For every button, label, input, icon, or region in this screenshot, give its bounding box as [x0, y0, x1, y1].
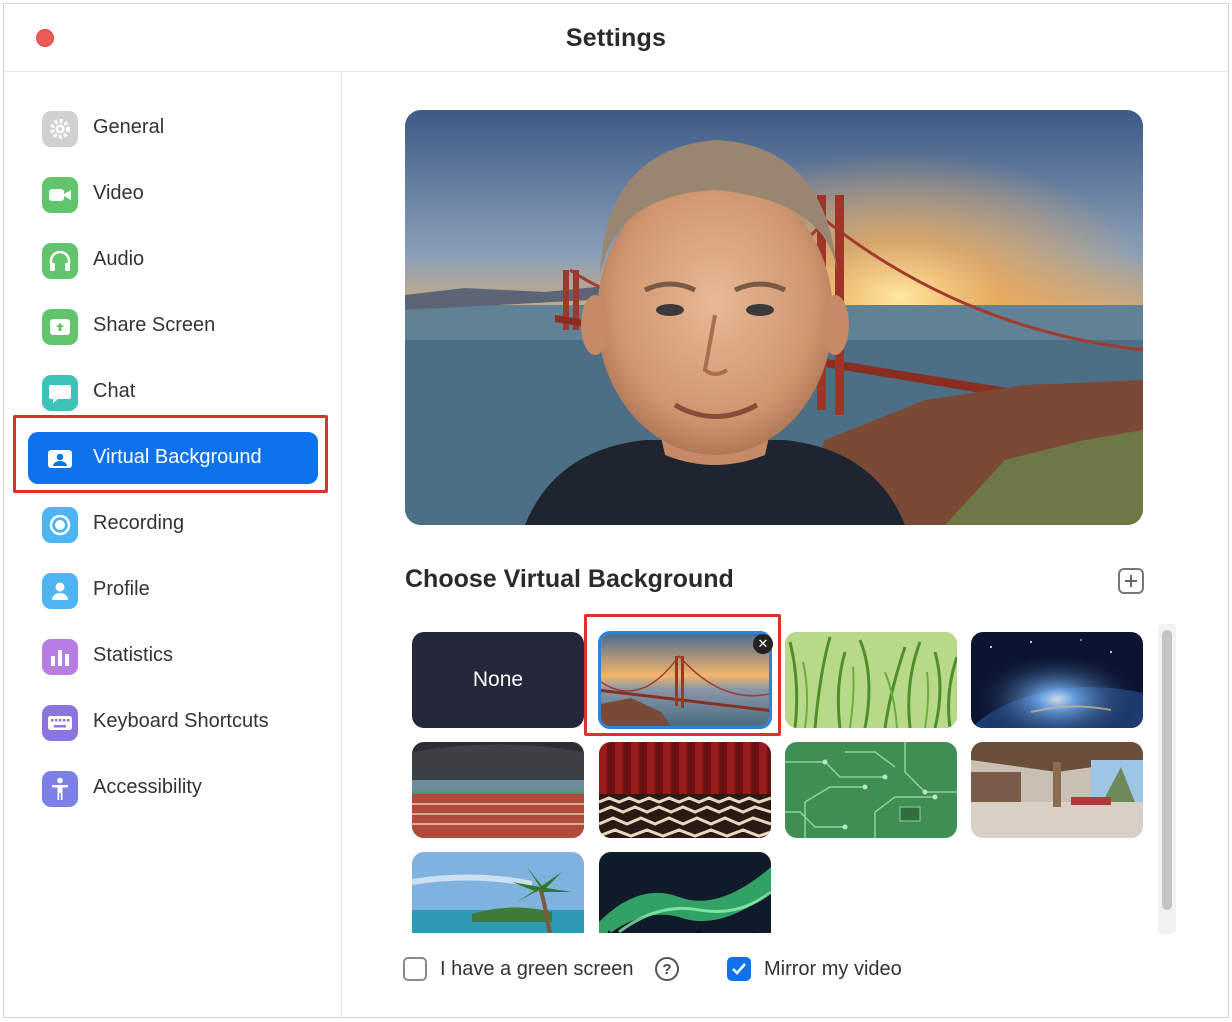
share-screen-icon	[42, 309, 78, 345]
person-icon	[42, 573, 78, 609]
sidebar-item-profile[interactable]: Profile	[28, 564, 318, 616]
window-title: Settings	[565, 24, 667, 52]
accessibility-icon	[42, 771, 78, 807]
add-background-button[interactable]	[1118, 568, 1144, 594]
background-option-running-track[interactable]	[412, 742, 584, 838]
virtual-background-panel: Choose Virtual Background None ✕ I have …	[343, 72, 1230, 1018]
green-screen-label: I have a green screen	[440, 958, 634, 980]
sidebar-item-accessibility[interactable]: Accessibility	[28, 762, 318, 814]
record-icon	[42, 507, 78, 543]
video-preview	[405, 110, 1143, 525]
background-option-none[interactable]: None	[412, 632, 584, 728]
sidebar-item-general[interactable]: General	[28, 102, 318, 154]
green-screen-checkbox[interactable]	[403, 957, 427, 981]
highlight-virtual-background-nav	[13, 415, 328, 493]
background-option-earth[interactable]	[971, 632, 1143, 728]
sidebar-item-label: Audio	[93, 248, 145, 270]
sidebar-item-label: Recording	[93, 512, 185, 534]
background-option-grass[interactable]	[785, 632, 957, 728]
background-options: I have a green screen ? Mirror my video	[403, 954, 1163, 986]
background-option-tropical-beach[interactable]	[412, 852, 584, 933]
gear-icon	[42, 111, 78, 147]
sidebar-item-label: Chat	[93, 380, 136, 402]
background-grid: None ✕	[405, 628, 1175, 933]
sidebar-item-keyboard-shortcuts[interactable]: Keyboard Shortcuts	[28, 696, 318, 748]
scrollbar-thumb[interactable]	[1162, 630, 1172, 910]
background-grid-scrollbar[interactable]	[1158, 624, 1176, 934]
bar-chart-icon	[42, 639, 78, 675]
sidebar-item-label: Share Screen	[93, 314, 216, 336]
video-camera-icon	[42, 177, 78, 213]
sidebar-item-statistics[interactable]: Statistics	[28, 630, 318, 682]
checkmark-icon	[732, 963, 746, 975]
chat-bubble-icon	[42, 375, 78, 411]
background-option-aurora[interactable]	[599, 852, 771, 933]
sidebar-item-chat[interactable]: Chat	[28, 366, 318, 418]
sidebar-item-label: Profile	[93, 578, 150, 600]
plus-icon	[1125, 575, 1137, 587]
settings-window: Settings General Video Audio Share Scree…	[3, 3, 1229, 1018]
sidebar-item-video[interactable]: Video	[28, 168, 318, 220]
sidebar-item-label: Video	[93, 182, 144, 204]
sidebar-item-label: Accessibility	[93, 776, 202, 798]
sidebar-item-audio[interactable]: Audio	[28, 234, 318, 286]
mirror-video-checkbox[interactable]	[727, 957, 751, 981]
mirror-video-label: Mirror my video	[764, 958, 902, 980]
sidebar-item-label: Keyboard Shortcuts	[93, 710, 269, 732]
keyboard-icon	[42, 705, 78, 741]
background-option-circuit-board[interactable]	[785, 742, 957, 838]
highlight-selected-background	[584, 614, 781, 736]
sidebar-item-recording[interactable]: Recording	[28, 498, 318, 550]
background-option-lobby[interactable]	[971, 742, 1143, 838]
sidebar-item-label: General	[93, 116, 165, 138]
section-title: Choose Virtual Background	[405, 565, 734, 593]
help-icon[interactable]: ?	[655, 957, 679, 981]
settings-sidebar: General Video Audio Share Screen Chat Vi…	[4, 72, 342, 1018]
background-option-label: None	[472, 668, 524, 691]
title-bar: Settings	[4, 4, 1228, 72]
sidebar-item-share-screen[interactable]: Share Screen	[28, 300, 318, 352]
sidebar-item-label: Statistics	[93, 644, 174, 666]
headphones-icon	[42, 243, 78, 279]
background-option-red-curtain[interactable]	[599, 742, 771, 838]
